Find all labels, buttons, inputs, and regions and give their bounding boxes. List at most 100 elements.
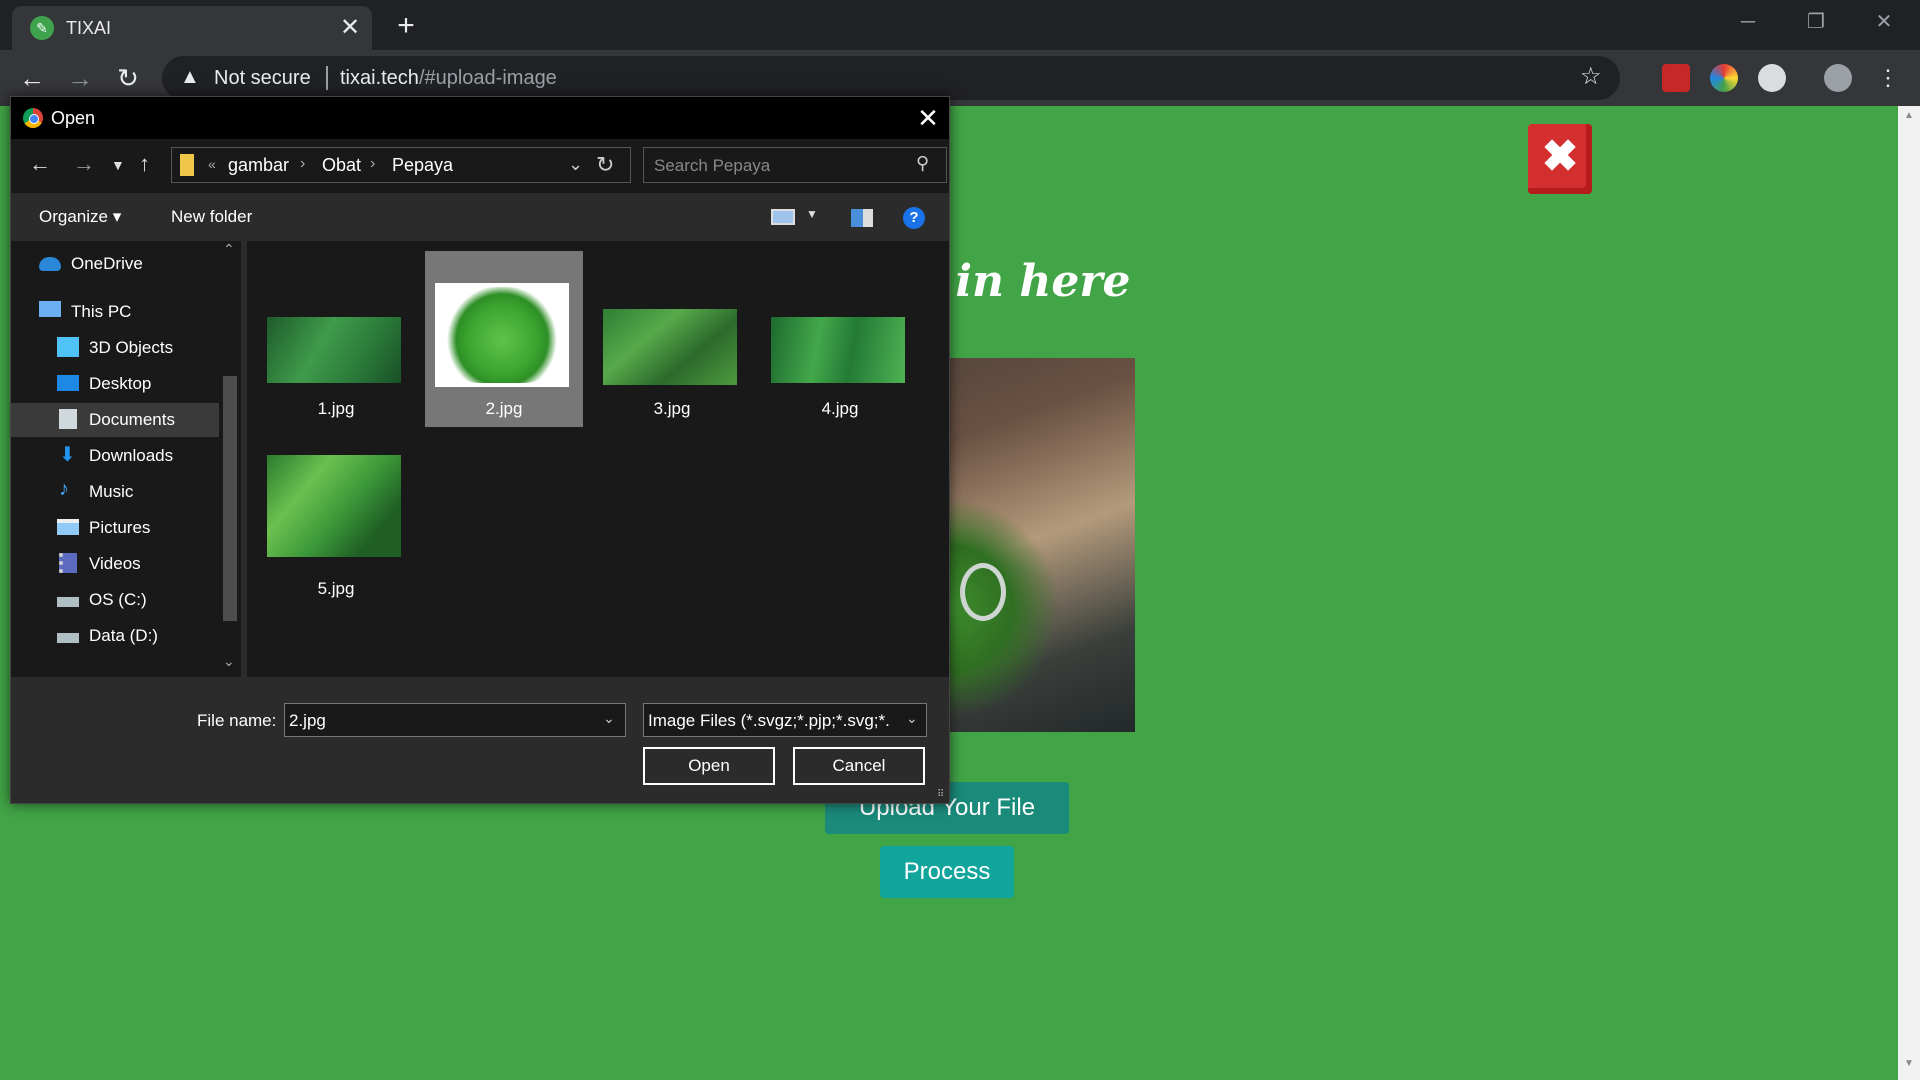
- documents-icon: [59, 409, 77, 429]
- dialog-forward-icon[interactable]: →: [73, 151, 95, 177]
- file-type-select[interactable]: Image Files (*.svgz;*.pjp;*.svg;*. ⌄: [643, 703, 927, 737]
- dialog-close-icon[interactable]: ✕: [911, 101, 945, 135]
- process-button[interactable]: Process: [880, 846, 1014, 898]
- chevron-down-icon[interactable]: ⌄: [906, 710, 918, 727]
- recent-locations-icon[interactable]: ▼: [111, 157, 125, 173]
- bookmark-star-icon[interactable]: ☆: [1580, 62, 1602, 91]
- forward-icon[interactable]: →: [62, 60, 98, 96]
- tab-title: TIXAI: [66, 18, 112, 38]
- nav-item-label: OneDrive: [71, 254, 143, 273]
- minimize-icon[interactable]: ─: [1720, 4, 1776, 40]
- open-button[interactable]: Open: [643, 747, 775, 785]
- new-folder-button[interactable]: New folder: [171, 207, 252, 227]
- nav-item-3d-objects[interactable]: 3D Objects: [11, 331, 219, 365]
- refresh-icon[interactable]: ↻: [596, 152, 614, 178]
- security-label[interactable]: Not secure: [214, 67, 311, 90]
- file-item-1[interactable]: 1.jpg: [257, 251, 415, 427]
- view-dropdown-icon[interactable]: ▼: [806, 207, 818, 221]
- file-thumbnail: [771, 317, 905, 383]
- search-input[interactable]: Search Pepaya ⚲: [643, 147, 947, 183]
- breadcrumb-obat[interactable]: Obat: [322, 155, 361, 176]
- up-folder-icon[interactable]: ↑: [139, 151, 150, 177]
- tab-close-icon[interactable]: ✕: [334, 12, 366, 44]
- nav-item-videos[interactable]: Videos: [11, 547, 219, 581]
- nav-item-label: Desktop: [89, 374, 152, 393]
- color-extension-icon[interactable]: [1710, 64, 1738, 92]
- file-name-value: 2.jpg: [289, 711, 326, 730]
- tab-strip: ✎ TIXAI ✕ + ─ ❐ ✕: [0, 0, 1920, 50]
- url-host: tixai.tech: [340, 67, 419, 89]
- nav-item-pictures[interactable]: Pictures: [11, 511, 219, 545]
- search-placeholder: Search Pepaya: [654, 156, 771, 175]
- chevron-down-icon[interactable]: ⌄: [603, 710, 615, 727]
- file-item-2[interactable]: 2.jpg: [425, 251, 583, 427]
- dialog-footer: File name: 2.jpg ⌄ Image Files (*.svgz;*…: [11, 677, 949, 803]
- cancel-button[interactable]: Cancel: [793, 747, 925, 785]
- file-name-field[interactable]: 2.jpg ⌄: [284, 703, 626, 737]
- preview-pane-icon[interactable]: [851, 209, 873, 227]
- file-thumbnail: [267, 455, 401, 557]
- resize-grip-icon[interactable]: ⠿: [937, 789, 944, 800]
- nav-item-label: This PC: [71, 302, 132, 321]
- file-item-4[interactable]: 4.jpg: [761, 251, 919, 427]
- url-text[interactable]: tixai.tech/#upload-image: [340, 67, 557, 90]
- nav-item-label: Videos: [89, 554, 141, 573]
- scroll-thumb[interactable]: [223, 376, 237, 621]
- file-item-3[interactable]: 3.jpg: [593, 251, 751, 427]
- nav-item-onedrive[interactable]: OneDrive: [11, 247, 219, 281]
- help-icon[interactable]: ?: [903, 207, 925, 229]
- nav-item-music[interactable]: ♪ Music: [11, 475, 219, 509]
- new-tab-button[interactable]: +: [388, 8, 424, 44]
- close-icon[interactable]: ✖: [1528, 124, 1592, 194]
- scroll-up-icon[interactable]: ▲: [1904, 110, 1914, 121]
- nav-item-desktop[interactable]: Desktop: [11, 367, 219, 401]
- restore-icon[interactable]: ❐: [1788, 4, 1844, 40]
- file-item-5[interactable]: 5.jpg: [257, 431, 415, 607]
- nav-item-label: Documents: [89, 410, 175, 429]
- breadcrumb-pepaya[interactable]: Pepaya: [392, 155, 453, 176]
- path-overflow-icon[interactable]: «: [208, 156, 216, 172]
- scroll-up-icon[interactable]: ⌃: [223, 241, 235, 258]
- warning-icon[interactable]: ▲: [180, 66, 200, 89]
- nav-item-label: Pictures: [89, 518, 151, 537]
- onedrive-icon: [39, 257, 61, 271]
- scroll-down-icon[interactable]: ⌄: [223, 653, 235, 670]
- search-icon[interactable]: ⚲: [916, 153, 929, 174]
- dialog-titlebar: Open ✕: [11, 97, 949, 139]
- download-icon: ⬇: [59, 444, 76, 466]
- change-view-icon[interactable]: [771, 209, 795, 225]
- nav-item-os-c[interactable]: OS (C:): [11, 583, 219, 617]
- profile-avatar[interactable]: [1824, 64, 1852, 92]
- nav-item-this-pc[interactable]: This PC: [11, 295, 219, 329]
- dialog-back-icon[interactable]: ←: [29, 151, 51, 177]
- nav-item-data-d[interactable]: Data (D:): [11, 619, 219, 653]
- breadcrumb-separator-icon[interactable]: ›: [300, 155, 305, 173]
- reload-icon[interactable]: ↻: [110, 60, 146, 96]
- window-close-icon[interactable]: ✕: [1856, 4, 1912, 40]
- nav-scrollbar[interactable]: ⌃ ⌄: [219, 241, 241, 677]
- videos-icon: [59, 553, 77, 573]
- nav-item-documents[interactable]: Documents: [11, 403, 219, 437]
- nav-item-downloads[interactable]: ⬇ Downloads: [11, 439, 219, 473]
- menu-dots-icon[interactable]: ⋮: [1870, 60, 1906, 96]
- nav-item-label: Downloads: [89, 446, 174, 465]
- path-dropdown-icon[interactable]: ⌄: [568, 154, 583, 175]
- cube-icon: [57, 337, 79, 357]
- back-icon[interactable]: ←: [14, 60, 50, 96]
- breadcrumb[interactable]: « gambar › Obat › Pepaya ⌄ ↻: [171, 147, 631, 183]
- file-name: 2.jpg: [485, 399, 523, 418]
- circle-extension-icon[interactable]: [1758, 64, 1786, 92]
- page-scrollbar[interactable]: ▲ ▼: [1898, 106, 1920, 1080]
- pdf-extension-icon[interactable]: [1662, 64, 1690, 92]
- dialog-command-bar: Organize ▾ New folder ▼ ?: [11, 193, 949, 241]
- breadcrumb-gambar[interactable]: gambar: [228, 155, 289, 176]
- nav-item-label: OS (C:): [89, 590, 147, 609]
- address-bar[interactable]: ▲ Not secure tixai.tech/#upload-image ☆: [162, 56, 1620, 100]
- organize-menu[interactable]: Organize ▾: [39, 207, 121, 227]
- scroll-down-icon[interactable]: ▼: [1904, 1058, 1914, 1069]
- desktop-icon: [57, 375, 79, 391]
- browser-tab[interactable]: ✎ TIXAI ✕: [12, 6, 372, 50]
- ring-image: [960, 563, 1006, 621]
- file-name-label: File name:: [197, 711, 277, 730]
- breadcrumb-separator-icon[interactable]: ›: [370, 155, 375, 173]
